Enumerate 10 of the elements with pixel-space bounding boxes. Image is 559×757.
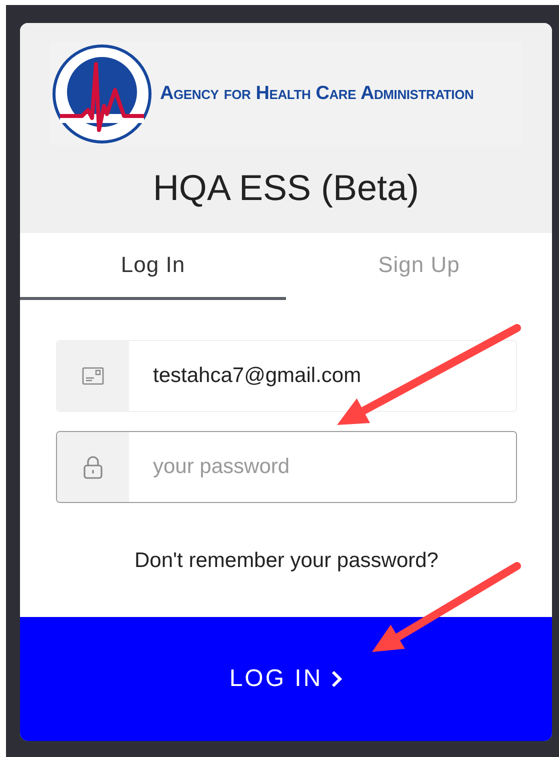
login-button[interactable]: LOG IN: [20, 617, 552, 741]
agency-name: Agency for Health Care Administration: [160, 82, 474, 104]
logo-icon: [52, 44, 152, 144]
chevron-icon: [330, 670, 343, 688]
forgot-password-link[interactable]: Don't remember your password?: [134, 549, 438, 573]
app-title: HQA ESS (Beta): [152, 167, 420, 209]
lock-icon: [83, 455, 103, 479]
password-field[interactable]: your password: [56, 431, 517, 503]
email-field[interactable]: testahca7@gmail.com: [56, 340, 517, 412]
envelope-icon: [82, 367, 104, 385]
